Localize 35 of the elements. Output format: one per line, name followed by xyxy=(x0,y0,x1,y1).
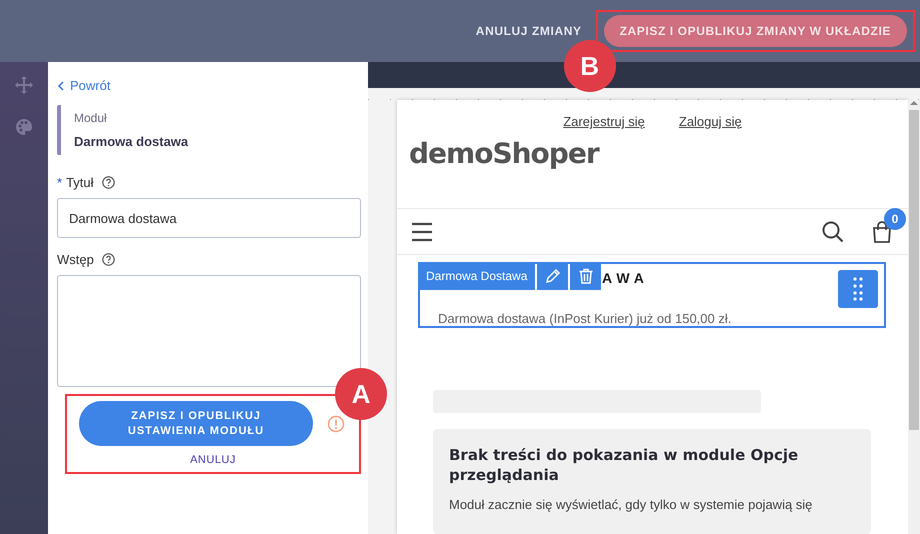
module-label: Moduł xyxy=(74,111,108,125)
pencil-icon xyxy=(544,268,561,284)
module-tag[interactable]: Darmowa Dostawa xyxy=(418,262,536,290)
module-heading: AWA xyxy=(602,270,649,286)
header-link[interactable]: Zaloguj się xyxy=(678,114,742,129)
scroll-up-icon[interactable] xyxy=(910,100,918,106)
field-label: Wstęp xyxy=(57,252,94,267)
drag-handle[interactable] xyxy=(838,270,878,308)
header-link[interactable]: Zarejestruj się xyxy=(563,114,645,129)
help-icon[interactable] xyxy=(102,176,115,189)
menu-icon[interactable] xyxy=(411,222,433,242)
trash-icon xyxy=(578,268,594,284)
move-icon[interactable] xyxy=(15,76,33,94)
back-link[interactable]: Powrót xyxy=(57,78,110,93)
delete-button[interactable] xyxy=(570,262,602,290)
search-icon[interactable] xyxy=(822,220,844,242)
module-name: Darmowa dostawa xyxy=(74,134,190,149)
grip-icon xyxy=(853,277,863,301)
empty-state-title: Brak treści do pokazania w module Opcje przeglądania xyxy=(449,445,800,485)
chevron-left-icon xyxy=(57,80,64,90)
edit-button[interactable] xyxy=(537,262,568,290)
scrollbar[interactable] xyxy=(908,100,920,534)
cart-count-badge: 0 xyxy=(884,208,906,230)
palette-icon[interactable] xyxy=(15,118,33,136)
field-label: Tytuł xyxy=(66,175,94,190)
help-icon[interactable] xyxy=(102,253,115,266)
bag-icon[interactable] xyxy=(872,220,892,242)
warning-icon xyxy=(327,414,345,432)
title-input[interactable]: Darmowa dostawa xyxy=(57,198,361,238)
empty-state-text: Moduł zacznie się wyświetlać, gdy tylko w systemie pojawią się xyxy=(449,497,814,512)
save-publish-button[interactable]: ZAPISZ I OPUBLIKUJ USTAWIENIA MODUŁU xyxy=(79,401,313,446)
shop-logo[interactable]: demoShoper xyxy=(409,137,908,170)
required-mark: * xyxy=(57,175,62,190)
cancel-link[interactable]: ANULUJ xyxy=(190,454,236,466)
module-text: Darmowa dostawa (InPost Kurier) już od 150,00 zł. xyxy=(438,311,732,326)
